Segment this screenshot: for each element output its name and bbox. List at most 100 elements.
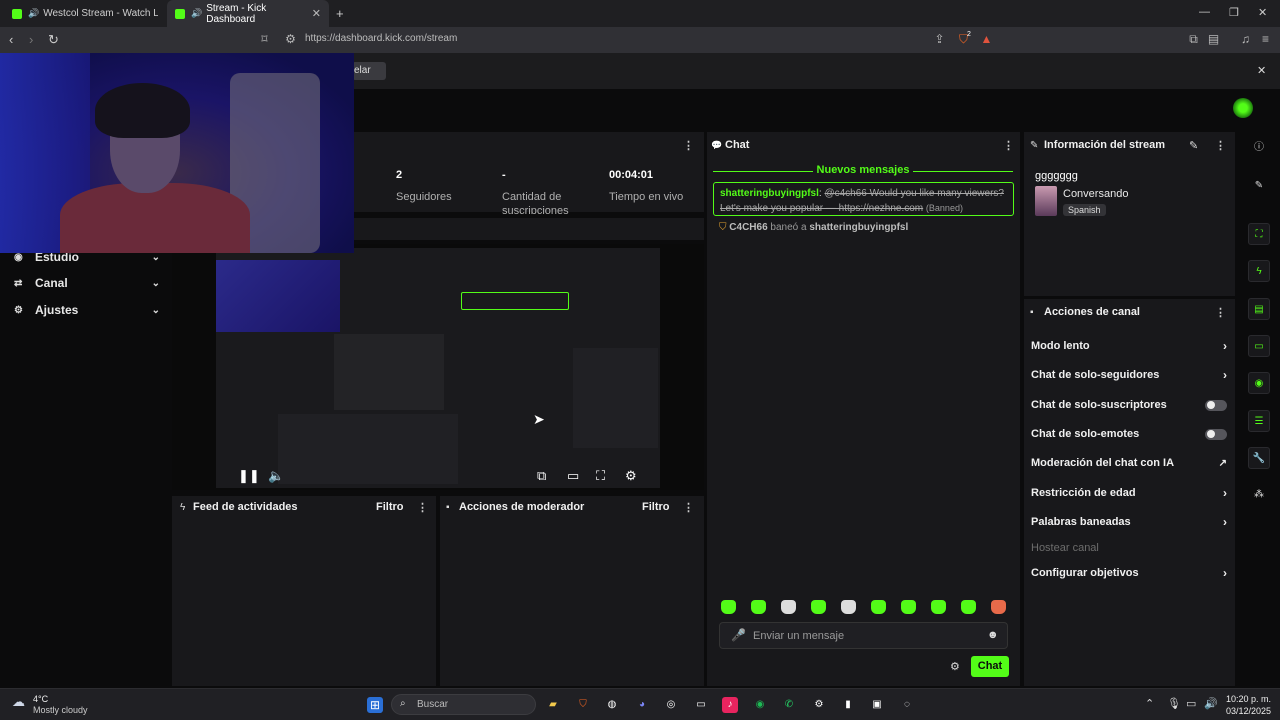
new-messages-divider[interactable]: Nuevos mensajes — [713, 164, 1013, 178]
monitor-icon[interactable]: ▭ — [693, 697, 709, 713]
weather-desc[interactable]: Mostly cloudy — [33, 705, 88, 715]
taskbar-search[interactable]: Buscar — [391, 694, 536, 715]
spotify-icon[interactable]: ◉ — [752, 697, 768, 713]
bookmark-icon[interactable]: ⌑ — [258, 33, 271, 46]
info-icon[interactable]: ⓘ — [1248, 137, 1270, 159]
action-age-restriction[interactable]: Restricción de edad › — [1031, 485, 1227, 501]
chat-message-input[interactable]: Enviar un mensaje — [719, 622, 1008, 649]
weather-temp[interactable]: 4°C — [33, 694, 48, 704]
action-ai-moderation[interactable]: Moderación del chat con IA ↗ — [1031, 455, 1227, 471]
emote-icon[interactable] — [931, 600, 946, 614]
edit-rail-icon[interactable]: ✎ — [1248, 175, 1270, 197]
chat-settings-icon[interactable]: ⚙ — [950, 660, 960, 673]
edit-icon[interactable]: ✎ — [1189, 139, 1198, 152]
share-icon[interactable]: ⇪ — [933, 33, 946, 46]
sidebar-toggle-icon[interactable]: ▤ — [1207, 33, 1220, 46]
emoji-icon[interactable]: ☻ — [987, 629, 999, 641]
chat-more-icon[interactable]: ⋮ — [1003, 139, 1014, 152]
windows-start-icon[interactable]: ⊞ — [367, 697, 383, 713]
stream-info-more-icon[interactable]: ⋮ — [1215, 139, 1226, 152]
emotes-only-toggle[interactable] — [1205, 428, 1227, 440]
whatsapp-icon[interactable]: ✆ — [781, 697, 797, 713]
discord-icon[interactable]: ◕ — [634, 697, 650, 713]
add-widget-icon[interactable]: ⁂ — [1248, 484, 1270, 506]
chat-message[interactable]: shatteringbuyingpfsl: @c4ch66 Would you … — [713, 182, 1014, 216]
broadcast-icon[interactable]: ◉ — [1248, 372, 1270, 394]
weather-icon[interactable]: ☁ — [12, 694, 25, 710]
ban-target[interactable]: shatteringbuyingpfsl — [809, 222, 908, 233]
sidebar-item-canal[interactable]: ⇄ Canal ⌄ — [14, 274, 160, 292]
emote-icon[interactable] — [811, 600, 826, 614]
stream-preview[interactable]: ❚❚ 🔈 ⧉ ▭ ⛶ ⚙ ➤ — [172, 244, 704, 490]
emote-icon[interactable] — [901, 600, 916, 614]
activity-feed-filter[interactable]: Filtro — [376, 501, 404, 513]
emote-icon[interactable] — [961, 600, 976, 614]
emote-icon[interactable] — [721, 600, 736, 614]
tiktok-icon[interactable]: ♪ — [722, 697, 738, 713]
lightning-rail-icon[interactable]: ϟ — [1248, 260, 1270, 282]
layout-icon[interactable]: ☰ — [1248, 410, 1270, 432]
reload-icon[interactable]: ↻ — [48, 32, 59, 48]
tray-expand-icon[interactable]: ⌃ — [1145, 697, 1154, 710]
action-goals[interactable]: Configurar objetivos › — [1031, 565, 1227, 581]
activity-feed-more-icon[interactable]: ⋮ — [417, 501, 428, 514]
clip-icon[interactable]: ⛶ — [1248, 223, 1270, 245]
chat-username[interactable]: shatteringbuyingpfsl — [720, 188, 819, 199]
tab-kick-dashboard[interactable]: 🔊 Stream - Kick Dashboard ✕ — [167, 0, 329, 27]
obs-icon[interactable]: ◎ — [663, 697, 679, 713]
mic-icon[interactable]: 🎤 — [731, 628, 746, 642]
storage-icon[interactable]: ▮ — [840, 697, 856, 713]
restore-icon[interactable]: ❐ — [1229, 6, 1239, 19]
url-field[interactable]: https://dashboard.kick.com/stream — [305, 33, 1025, 49]
action-emotes-only[interactable]: Chat de solo-emotes — [1031, 426, 1227, 442]
volume-tray-icon[interactable]: 🔊 — [1204, 697, 1218, 710]
chat-rail-icon[interactable]: ▭ — [1248, 335, 1270, 357]
emote-icon[interactable] — [751, 600, 766, 614]
pause-icon[interactable]: ❚❚ — [238, 468, 260, 484]
tab-westcol[interactable]: 🔊 Westcol Stream - Watch Live on K — [4, 0, 166, 27]
menu-icon[interactable]: ≡ — [1259, 33, 1272, 46]
theater-icon[interactable]: ▭ — [567, 468, 579, 484]
send-chat-button[interactable]: Chat — [971, 656, 1009, 677]
mic-tray-icon[interactable]: 🎙 — [1167, 697, 1181, 710]
notice-close-icon[interactable]: ✕ — [1257, 64, 1266, 77]
emote-icon[interactable] — [871, 600, 886, 614]
forward-icon[interactable]: › — [29, 32, 33, 47]
mod-actions-more-icon[interactable]: ⋮ — [683, 501, 694, 514]
site-settings-icon[interactable]: ⚙ — [284, 33, 297, 46]
settings-icon[interactable]: ⚙ — [625, 468, 637, 484]
volume-icon[interactable]: 🔈 — [268, 468, 284, 484]
steam-icon[interactable]: ◍ — [604, 697, 620, 713]
mod-actions-filter[interactable]: Filtro — [642, 501, 670, 513]
action-followers-only[interactable]: Chat de solo-seguidores › — [1031, 367, 1227, 383]
file-explorer-icon[interactable]: ▰ — [545, 697, 561, 713]
back-icon[interactable]: ‹ — [9, 32, 13, 47]
close-window-icon[interactable]: ✕ — [1258, 6, 1267, 19]
stats-more-icon[interactable]: ⋮ — [683, 139, 694, 152]
channel-actions-more-icon[interactable]: ⋮ — [1215, 306, 1226, 319]
extensions-icon[interactable]: ⧉ — [1187, 33, 1200, 46]
pip-icon[interactable]: ⧉ — [537, 468, 546, 484]
app-icon[interactable]: ◌ — [899, 697, 915, 713]
avatar[interactable] — [1233, 98, 1253, 118]
clock-time[interactable]: 10:20 p. m. — [1226, 694, 1271, 704]
minimize-icon[interactable]: — — [1199, 6, 1210, 18]
action-slow-mode[interactable]: Modo lento › — [1031, 338, 1227, 354]
notice-cancel-button[interactable]: elar — [352, 62, 386, 80]
settings-app-icon[interactable]: ⚙ — [811, 697, 827, 713]
media-icon[interactable]: ♫ — [1239, 33, 1252, 46]
fullscreen-icon[interactable]: ⛶ — [596, 468, 605, 484]
emote-icon[interactable] — [991, 600, 1006, 614]
ban-actor[interactable]: C4CH66 — [729, 222, 767, 233]
wrench-icon[interactable]: 🔧 — [1248, 447, 1270, 469]
document-icon[interactable]: ▤ — [1248, 298, 1270, 320]
brave-icon[interactable]: ⛉ — [575, 697, 591, 713]
network-icon[interactable]: ▭ — [1186, 697, 1196, 710]
terminal-icon[interactable]: ▣ — [869, 697, 885, 713]
action-banned-words[interactable]: Palabras baneadas › — [1031, 514, 1227, 530]
brave-rewards-icon[interactable]: ▲ — [980, 33, 993, 46]
emote-icon[interactable] — [841, 600, 856, 614]
subscribers-only-toggle[interactable] — [1205, 399, 1227, 411]
action-subscribers-only[interactable]: Chat de solo-suscriptores — [1031, 397, 1227, 413]
clock-date[interactable]: 03/12/2025 — [1226, 706, 1271, 716]
